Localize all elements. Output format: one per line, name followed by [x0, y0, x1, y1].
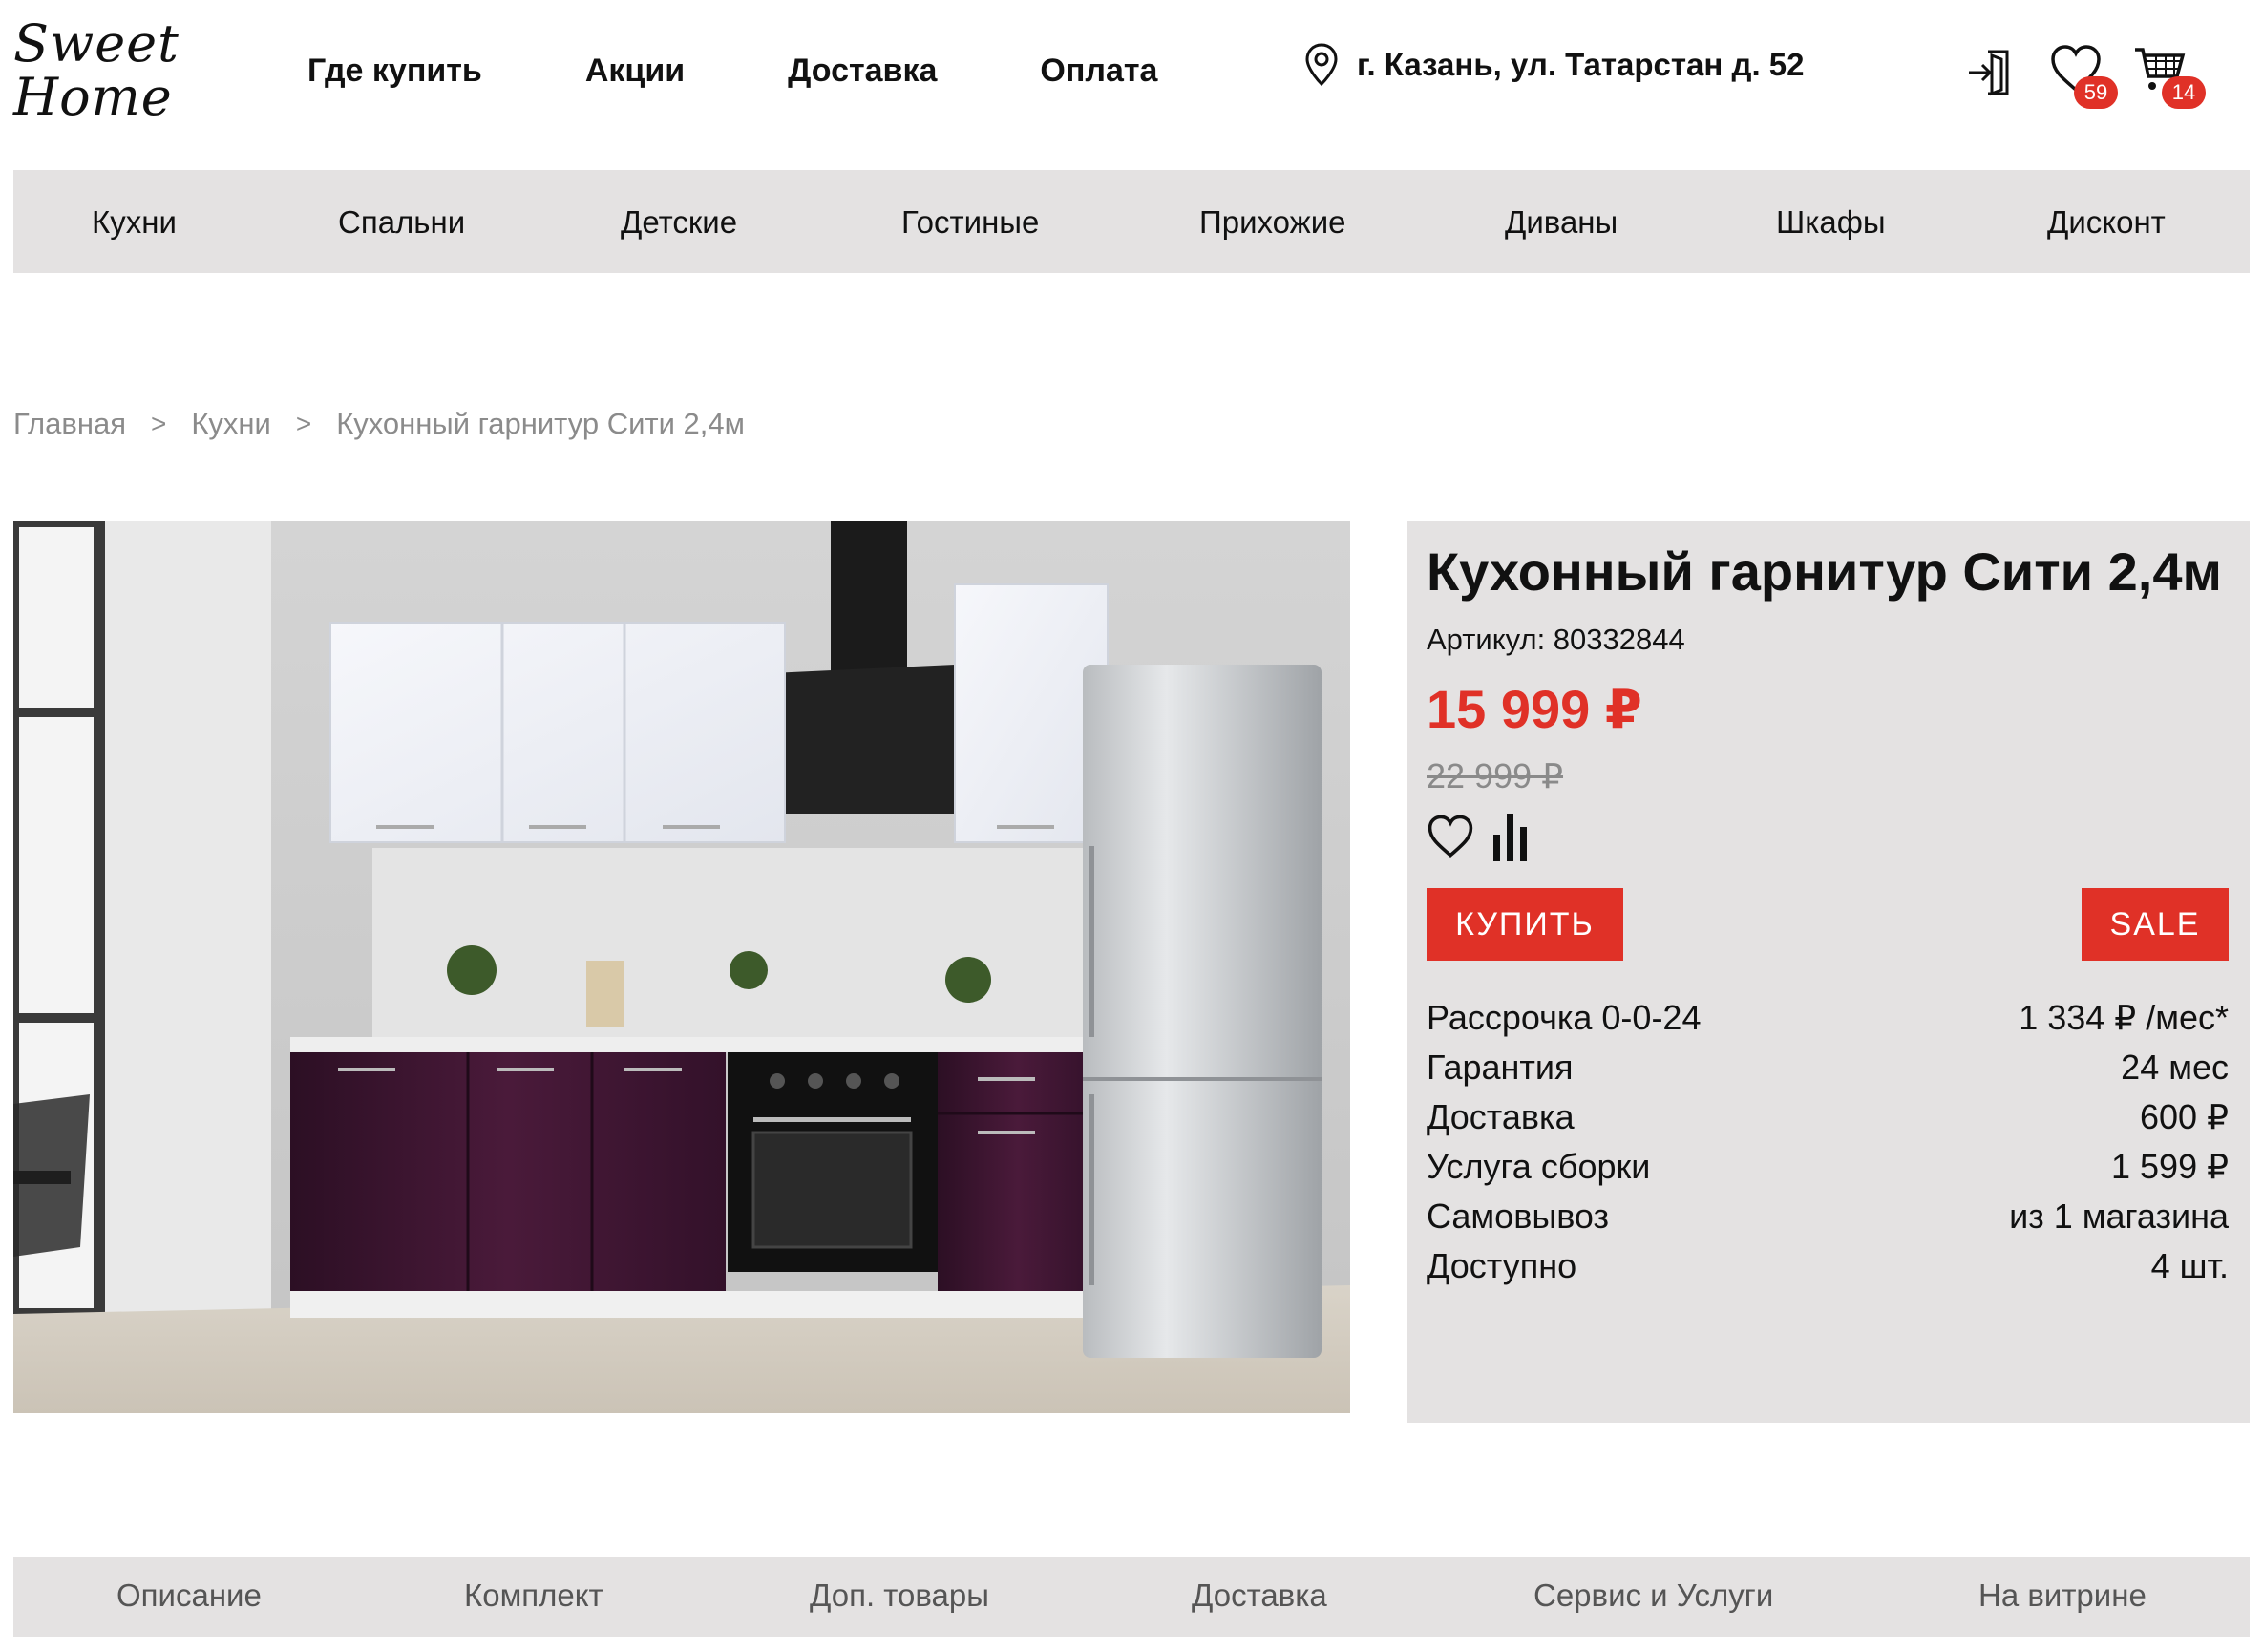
tab-services[interactable]: Сервис и Услуги [1533, 1578, 1773, 1614]
category-discount[interactable]: Дисконт [2047, 204, 2166, 241]
product-specs: Рассрочка 0-0-24 1 334 ₽ /мес* Гарантия … [1427, 993, 2229, 1291]
breadcrumb-home[interactable]: Главная [13, 407, 126, 441]
spec-row-delivery: Доставка 600 ₽ [1427, 1092, 2229, 1142]
breadcrumb-separator: > [295, 409, 312, 438]
spec-label: Услуга сборки [1427, 1147, 1651, 1186]
buy-button[interactable]: КУПИТЬ [1427, 888, 1623, 961]
compare-chart-icon [1493, 814, 1527, 861]
category-wardrobes[interactable]: Шкафы [1776, 204, 1886, 241]
category-bedrooms[interactable]: Спальни [338, 204, 465, 241]
kitchen-illustration [13, 521, 1350, 1413]
product-price: 15 999 ₽ [1427, 679, 1642, 739]
location-pin-icon [1305, 43, 1338, 87]
spec-value: 1 599 ₽ [2111, 1147, 2229, 1186]
spec-row-assembly: Услуга сборки 1 599 ₽ [1427, 1142, 2229, 1192]
product-title: Кухонный гарнитур Сити 2,4м [1427, 541, 2222, 602]
category-bar: Кухни Спальни Детские Гостиные Прихожие … [13, 170, 2250, 273]
product-sku: Артикул: 80332844 [1427, 623, 1685, 656]
compare-button[interactable] [1491, 810, 1535, 863]
sale-badge: SALE [2082, 888, 2229, 961]
spec-label: Рассрочка 0-0-24 [1427, 998, 1702, 1037]
spec-label: Доступно [1427, 1246, 1577, 1285]
category-living[interactable]: Гостиные [901, 204, 1039, 241]
add-to-favorites-button[interactable] [1427, 814, 1474, 861]
spec-row-pickup: Самовывоз из 1 магазина [1427, 1192, 2229, 1241]
top-nav: Где купить Акции Доставка Оплата [307, 53, 1260, 90]
favorites-count-badge: 59 [2074, 76, 2118, 109]
breadcrumb-separator: > [151, 409, 167, 438]
category-hallways[interactable]: Прихожие [1199, 204, 1345, 241]
category-kitchens[interactable]: Кухни [92, 204, 177, 241]
spec-value: 600 ₽ [2140, 1097, 2229, 1136]
heart-icon [1428, 815, 1473, 858]
logo-line-1: Sweet [13, 13, 180, 74]
category-sofas[interactable]: Диваны [1505, 204, 1618, 241]
tab-description[interactable]: Описание [116, 1578, 262, 1614]
top-nav-where-to-buy[interactable]: Где купить [307, 53, 482, 90]
product-tabs: Описание Комплект Доп. товары Доставка С… [13, 1557, 2250, 1637]
site-logo[interactable]: Sweet Home [13, 17, 185, 124]
breadcrumb: Главная > Кухни > Кухонный гарнитур Сити… [13, 407, 745, 441]
top-nav-promotions[interactable]: Акции [585, 53, 685, 90]
cart-count-badge: 14 [2162, 76, 2206, 109]
logo-line-2: Home [13, 67, 173, 127]
spec-value: 24 мес [2121, 1048, 2229, 1087]
login-icon [1969, 50, 2009, 96]
spec-label: Самовывоз [1427, 1197, 1610, 1236]
spec-value: 1 334 ₽ /мес* [2019, 998, 2229, 1037]
login-button[interactable] [1963, 46, 2017, 99]
breadcrumb-current: Кухонный гарнитур Сити 2,4м [336, 407, 745, 440]
spec-label: Гарантия [1427, 1048, 1574, 1087]
spec-label: Доставка [1427, 1097, 1575, 1136]
spec-row-warranty: Гарантия 24 мес [1427, 1043, 2229, 1092]
product-image[interactable] [13, 521, 1350, 1413]
top-nav-delivery[interactable]: Доставка [788, 53, 937, 90]
favorites-button[interactable]: 59 [2049, 44, 2126, 111]
tab-kit[interactable]: Комплект [464, 1578, 603, 1614]
product-old-price: 22 999 ₽ [1427, 756, 1564, 795]
tab-showcase[interactable]: На витрине [1978, 1578, 2147, 1614]
category-kids[interactable]: Детские [621, 204, 737, 241]
breadcrumb-kitchens[interactable]: Кухни [191, 407, 271, 441]
spec-row-availability: Доступно 4 шт. [1427, 1241, 2229, 1291]
cart-button[interactable]: 14 [2133, 44, 2215, 111]
spec-value: из 1 магазина [2009, 1197, 2229, 1236]
top-nav-payment[interactable]: Оплата [1040, 53, 1157, 90]
tab-delivery[interactable]: Доставка [1192, 1578, 1327, 1614]
spec-row-installment: Рассрочка 0-0-24 1 334 ₽ /мес* [1427, 993, 2229, 1043]
address-text: г. Казань, ул. Татарстан д. 52 [1357, 47, 1805, 82]
spec-value: 4 шт. [2150, 1246, 2229, 1285]
store-address[interactable]: г. Казань, ул. Татарстан д. 52 [1303, 42, 1805, 88]
tab-extra-goods[interactable]: Доп. товары [810, 1578, 989, 1614]
